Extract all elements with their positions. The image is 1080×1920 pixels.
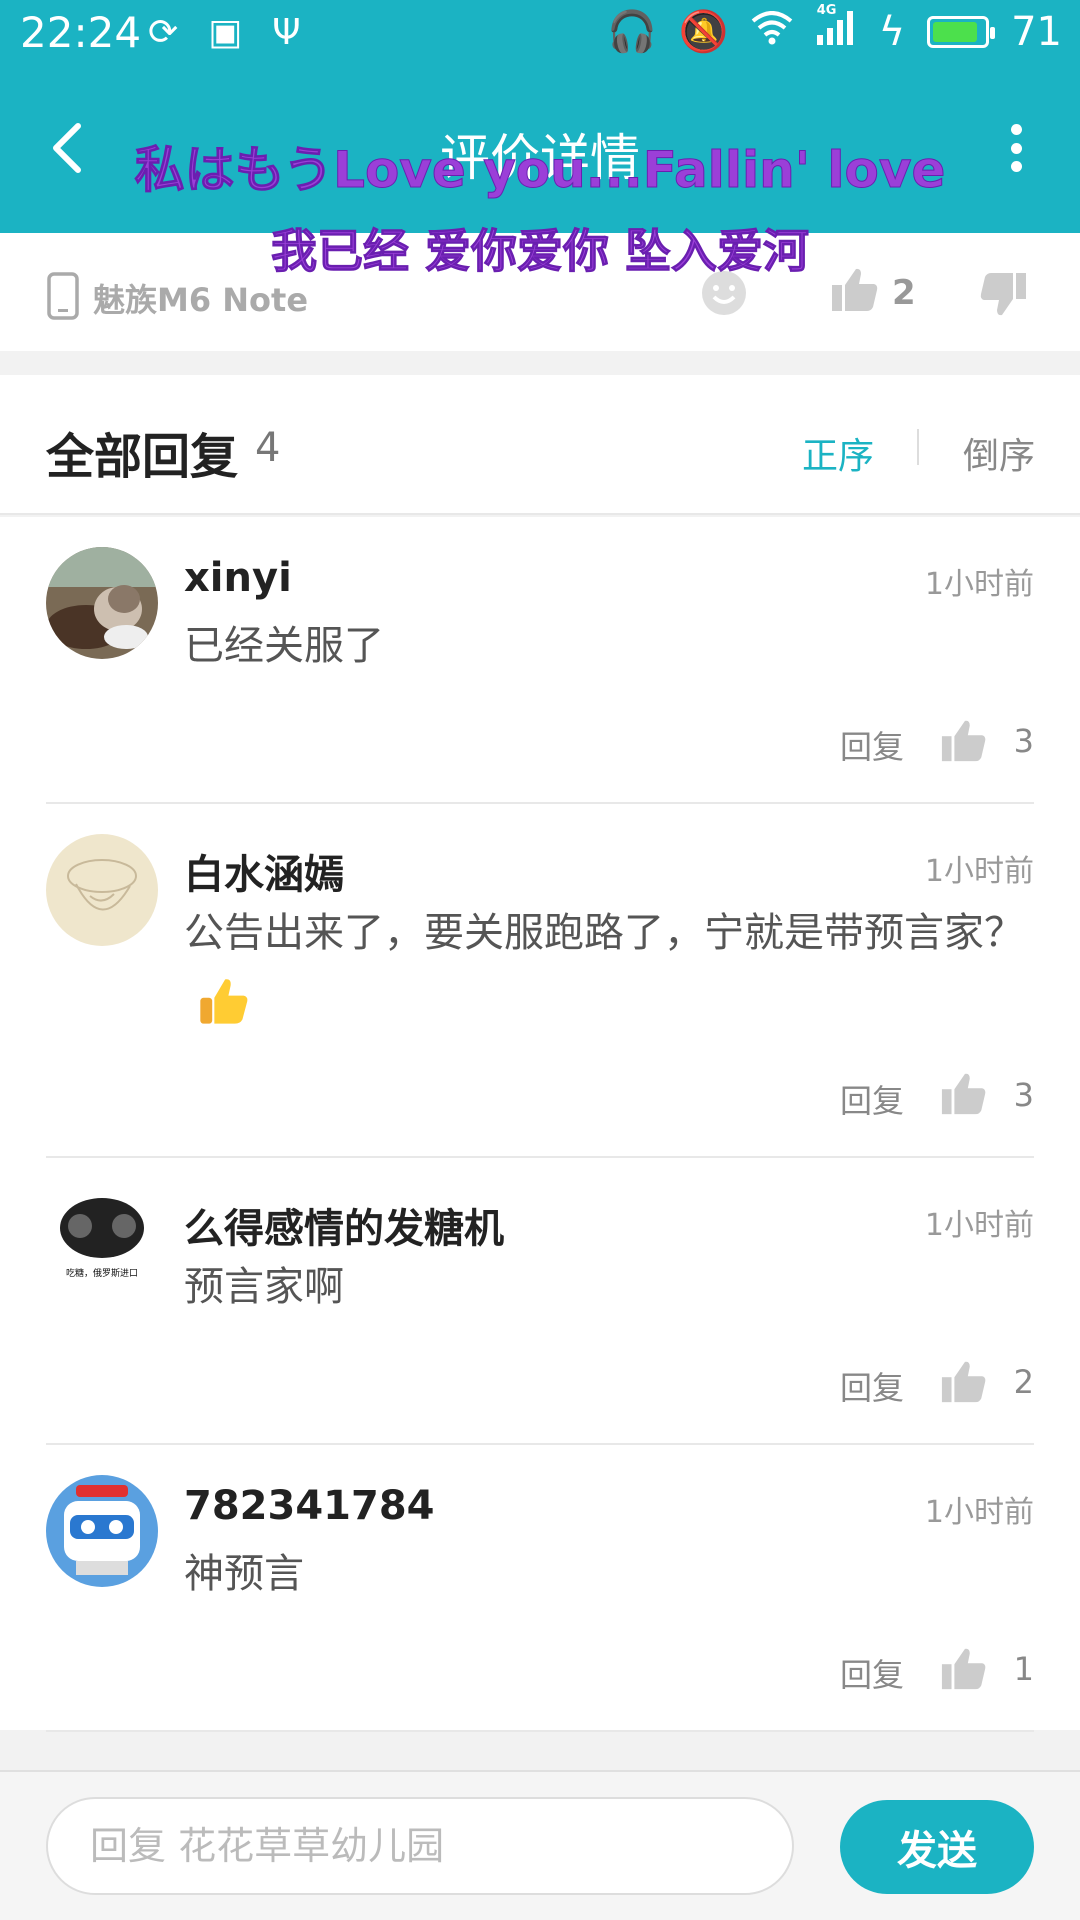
like-count: 3 (1013, 722, 1034, 760)
reply-button[interactable]: 回复 (840, 722, 904, 768)
like-count: 1 (1013, 1650, 1034, 1688)
lyric-overlay-line-2: 我已经 爱你爱你 坠入爱河 (270, 224, 810, 279)
username[interactable]: 么得感情的发糖机 (184, 1196, 504, 1254)
headphones-icon: 🎧 (607, 9, 657, 55)
status-left-icons: ⟳ ▣ Ψ (148, 12, 301, 53)
timestamp: 1小时前 (924, 567, 1034, 602)
candy-machine-avatar-image (46, 1188, 158, 1300)
replies-title: 全部回复 (46, 429, 239, 485)
like-count: 3 (1013, 1076, 1034, 1114)
list-item: 吃糖，俄罗斯进口 么得感情的发糖机 1小时前 预言家啊 回复 2 (0, 1158, 1080, 1445)
like-count: 2 (1013, 1363, 1034, 1401)
sync-icon: ⟳ (148, 12, 179, 53)
avatar[interactable] (46, 547, 158, 659)
thumbs-up-icon[interactable] (940, 1070, 988, 1118)
reply-content: 神预言 (184, 1551, 304, 1597)
reply-content: 公告出来了，要关服跑路了，宁就是带预言家？ (184, 900, 1024, 1032)
sort-divider (917, 429, 919, 465)
replies-count: 4 (255, 425, 281, 471)
lyric-overlay-line-1: 私はもうLove you...Fallin' love (134, 141, 946, 200)
charging-icon: ϟ (878, 8, 906, 55)
device-name: 魅族M6 Note (93, 281, 309, 319)
signal-icon: 4G (815, 3, 857, 55)
reply-text: 公告出来了，要关服跑路了，宁就是带预言家？ (184, 910, 1024, 956)
avatar[interactable] (46, 1475, 158, 1587)
avatar[interactable] (46, 834, 158, 946)
reply-button[interactable]: 回复 (840, 1363, 904, 1409)
reply-input[interactable] (46, 1797, 794, 1895)
image-icon: ▣ (208, 12, 243, 53)
timestamp: 1小时前 (924, 854, 1034, 889)
reply-button[interactable]: 回复 (840, 1076, 904, 1122)
list-item: 782341784 1小时前 神预言 回复 1 (0, 1445, 1080, 1732)
username[interactable]: 782341784 (184, 1483, 435, 1529)
replies-header: 全部回复 4 正序 倒序 (0, 375, 1080, 515)
reply-list: xinyi 1小时前 已经关服了 回复 3 白水涵嫣 1小时前 公告出来了，要关… (0, 517, 1080, 1732)
thumbs-up-emoji-icon (200, 979, 248, 1024)
police-car-avatar-image (46, 1475, 158, 1587)
reply-composer: 发送 (0, 1770, 1080, 1920)
username[interactable]: xinyi (184, 555, 292, 601)
thumbs-up-icon[interactable] (940, 1645, 988, 1693)
network-type-label: 4G (816, 2, 837, 18)
timestamp: 1小时前 (924, 1208, 1034, 1243)
list-item: xinyi 1小时前 已经关服了 回复 3 (0, 517, 1080, 804)
reply-button[interactable]: 回复 (840, 1650, 904, 1696)
sort-descending-tab[interactable]: 倒序 (963, 427, 1035, 479)
status-bar: 22:24 ⟳ ▣ Ψ 🎧 🔕 4G ϟ 71 (0, 0, 1080, 66)
avatar[interactable]: 吃糖，俄罗斯进口 (46, 1188, 158, 1300)
sketch-avatar-image (46, 834, 158, 946)
battery-fill (933, 21, 978, 42)
username[interactable]: 白水涵嫣 (184, 842, 344, 900)
divider (46, 1730, 1034, 1732)
send-button[interactable]: 发送 (840, 1800, 1034, 1894)
thumbs-up-icon[interactable] (940, 1358, 988, 1406)
cat-avatar-image (46, 547, 158, 659)
wifi-icon (751, 9, 793, 55)
status-right-icons: 🎧 🔕 4G ϟ 71 (607, 3, 1062, 56)
sort-ascending-tab[interactable]: 正序 (802, 427, 874, 479)
battery-icon (927, 15, 996, 48)
mute-bell-icon: 🔕 (678, 9, 729, 55)
battery-level: 71 (1011, 8, 1062, 55)
avatar-caption: 吃糖，俄罗斯进口 (65, 1269, 138, 1279)
reply-content: 预言家啊 (184, 1264, 344, 1310)
reply-content: 已经关服了 (184, 623, 384, 669)
usb-icon: Ψ (272, 12, 301, 53)
list-item: 白水涵嫣 1小时前 公告出来了，要关服跑路了，宁就是带预言家？ 回复 3 (0, 804, 1080, 1158)
thumbs-up-icon[interactable] (940, 717, 988, 765)
timestamp: 1小时前 (924, 1495, 1034, 1530)
status-time: 22:24 (20, 8, 142, 57)
